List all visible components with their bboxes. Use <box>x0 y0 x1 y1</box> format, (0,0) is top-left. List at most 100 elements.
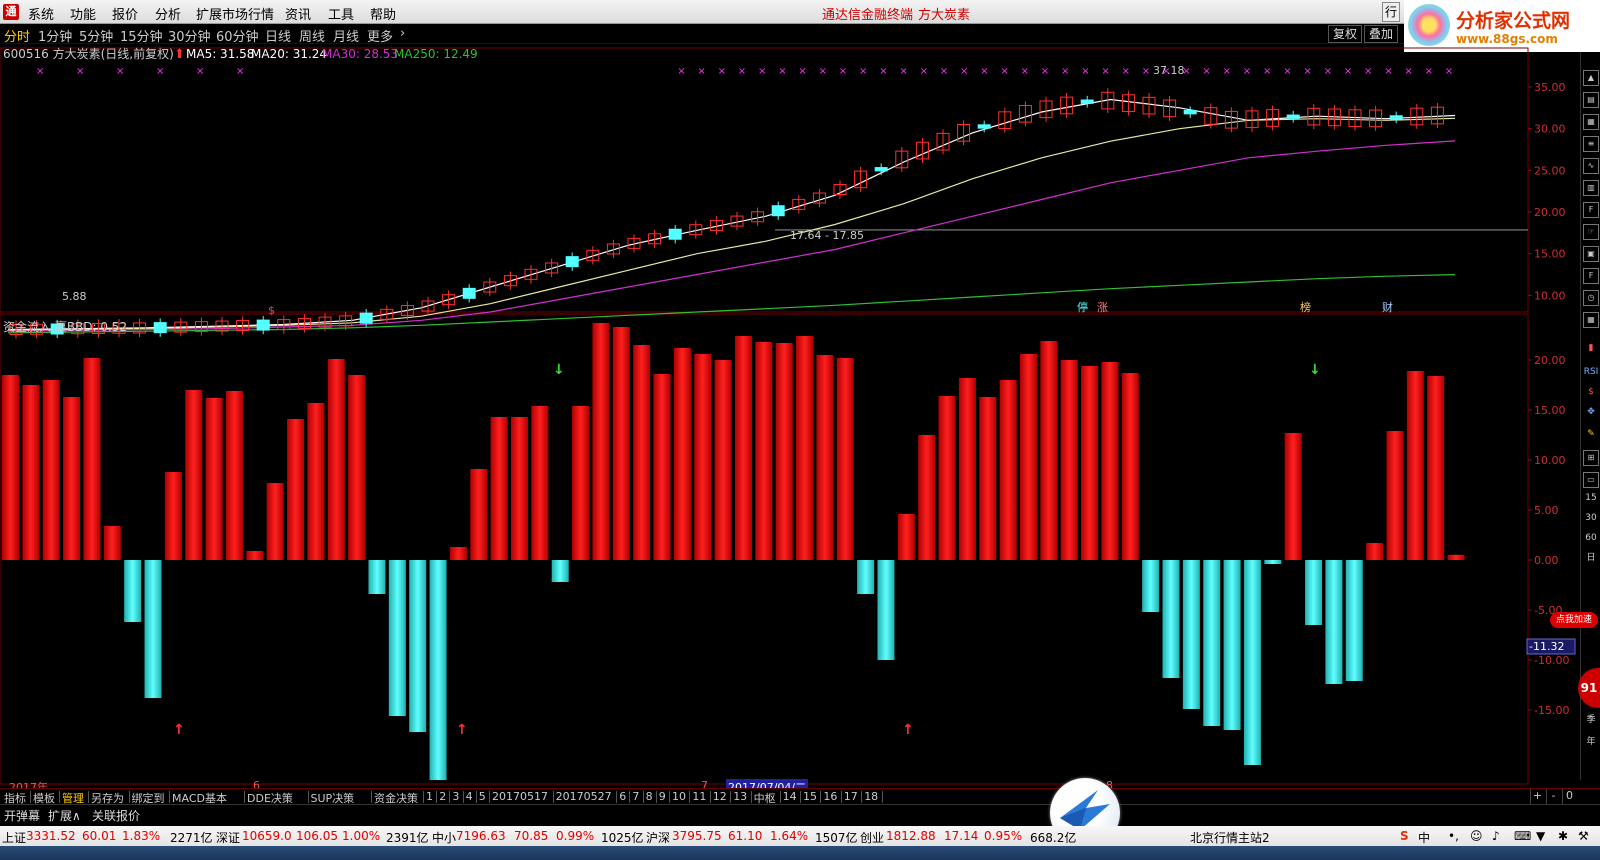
menu-analysis[interactable]: 分析 <box>155 4 181 23</box>
menu-extended-market[interactable]: 扩展市场行情 <box>196 4 274 23</box>
emoji-icon[interactable]: ☺ <box>1470 829 1483 843</box>
period-15-button[interactable]: 15 <box>1583 490 1599 506</box>
period-1min[interactable]: 1分钟 <box>38 26 72 45</box>
main-chart[interactable]: 35.00 30.00 25.00 20.00 15.00 10.00 20.00 15.0… <box>0 44 1600 788</box>
window-icon[interactable]: ▭ <box>1583 472 1599 488</box>
menu-tools[interactable]: 工具 <box>328 4 354 23</box>
move-icon[interactable]: ✥ <box>1583 404 1599 420</box>
chart-icon[interactable]: ▤ <box>1583 92 1599 108</box>
period-monthly[interactable]: 月线 <box>333 26 359 45</box>
nav-item-22[interactable]: 12 <box>713 790 727 803</box>
speed-button[interactable]: 点我加速 <box>1550 612 1598 628</box>
settings-icon[interactable]: ✱ <box>1558 829 1568 843</box>
flow-bar <box>979 397 997 560</box>
tab-related-quote[interactable]: 关联报价 <box>92 807 140 824</box>
period-weekly[interactable]: 周线 <box>299 26 325 45</box>
rsi-button[interactable]: RSI <box>1583 364 1599 380</box>
menu-news[interactable]: 资讯 <box>285 4 311 23</box>
menu-quote[interactable]: 报价 <box>112 4 138 23</box>
flow-bar <box>999 380 1017 560</box>
indicator-layer: ↑ ↑ ↑ ↓ ↓ <box>2 323 1465 780</box>
period-60min[interactable]: 60分钟 <box>216 26 259 45</box>
menu-function[interactable]: 功能 <box>70 4 96 23</box>
nav-item-25[interactable]: 14 <box>783 790 797 803</box>
shirt-icon[interactable]: ▼ <box>1536 829 1545 843</box>
f10-icon[interactable]: F <box>1583 202 1599 218</box>
nav-item-16[interactable]: 6 <box>619 790 626 803</box>
zoom-out-button[interactable]: - <box>1546 789 1560 804</box>
sz-percent: 1.00% <box>342 829 381 843</box>
period-30-button[interactable]: 30 <box>1583 510 1599 526</box>
clock-icon[interactable]: ◷ <box>1583 290 1599 306</box>
tab-danmaku[interactable]: 开弹幕 <box>4 807 40 824</box>
nav-item-26[interactable]: 15 <box>803 790 817 803</box>
fuquan-button[interactable]: 复权 <box>1328 25 1363 43</box>
list-icon[interactable]: ≡ <box>1583 136 1599 152</box>
flow-bar <box>897 514 915 560</box>
period-more[interactable]: 更多 <box>367 26 393 45</box>
tab-extend[interactable]: 扩展∧ <box>48 807 81 824</box>
nav-item-15[interactable]: 20170527 <box>556 790 612 803</box>
period-year-button[interactable]: 年 <box>1583 734 1599 750</box>
indicator-tick-label: -15.00 <box>1534 704 1569 717</box>
tools-icon[interactable]: ⚒ <box>1578 829 1589 843</box>
grid-icon[interactable]: ▦ <box>1583 114 1599 130</box>
period-daily[interactable]: 日线 <box>265 26 291 45</box>
sogou-icon[interactable]: S <box>1400 829 1409 843</box>
nav-item-21[interactable]: 11 <box>692 790 706 803</box>
flow-bar <box>633 345 651 560</box>
speed-promo[interactable]: 点我加速 <box>1546 612 1600 642</box>
menu-help[interactable]: 帮助 <box>370 4 396 23</box>
nav-item-20[interactable]: 10 <box>672 790 686 803</box>
dollar-icon[interactable]: $ <box>1583 384 1599 400</box>
calendar-icon[interactable]: ▣ <box>1583 246 1599 262</box>
flow-bar <box>388 560 406 716</box>
line-chart-icon[interactable]: ∿ <box>1583 158 1599 174</box>
hand-icon[interactable]: ☞ <box>1583 224 1599 240</box>
period-fenshi[interactable]: 分时 <box>4 26 30 45</box>
menu-system[interactable]: 系统 <box>28 4 54 23</box>
period-day-button[interactable]: 日 <box>1583 550 1599 566</box>
up-arrow-icon[interactable]: ▲ <box>1583 70 1599 86</box>
flow-bar <box>63 397 81 560</box>
pencil-icon[interactable]: ✎ <box>1583 426 1599 442</box>
taskbar <box>0 846 1600 860</box>
ime-mode[interactable]: 中 <box>1418 829 1430 846</box>
punctuation-icon[interactable]: •, <box>1448 829 1459 843</box>
nav-item-13[interactable]: 5 <box>479 790 486 803</box>
zoom-in-button[interactable]: + <box>1530 789 1544 804</box>
flow-bar <box>1223 560 1241 730</box>
period-15min[interactable]: 15分钟 <box>120 26 163 45</box>
period-season-button[interactable]: 季 <box>1583 712 1599 728</box>
table-icon[interactable]: ▥ <box>1583 180 1599 196</box>
period-30min[interactable]: 30分钟 <box>168 26 211 45</box>
table2-icon[interactable]: ▦ <box>1583 312 1599 328</box>
nav-item-9[interactable]: 1 <box>426 790 433 803</box>
nav-separator <box>128 791 130 803</box>
nav-item-14[interactable]: 20170517 <box>492 790 548 803</box>
nav-item-28[interactable]: 17 <box>844 790 858 803</box>
market-button[interactable]: 行 <box>1382 2 1400 22</box>
nav-item-27[interactable]: 16 <box>823 790 837 803</box>
server-label[interactable]: 北京行情主站2 <box>1190 829 1270 846</box>
zoom-reset-button[interactable]: 0 <box>1562 789 1576 804</box>
nav-item-17[interactable]: 7 <box>632 790 639 803</box>
f2-icon[interactable]: F <box>1583 268 1599 284</box>
nav-item-18[interactable]: 8 <box>646 790 653 803</box>
chevron-right-icon[interactable]: › <box>400 26 405 41</box>
period-icon[interactable]: ⊞ <box>1583 450 1599 466</box>
nav-item-29[interactable]: 18 <box>864 790 878 803</box>
period-60-button[interactable]: 60 <box>1583 530 1599 546</box>
nav-item-23[interactable]: 13 <box>733 790 747 803</box>
nav-item-11[interactable]: 3 <box>452 790 459 803</box>
x-marker-icon: × <box>758 66 766 77</box>
keyboard-icon[interactable]: ⌨ <box>1514 829 1531 843</box>
period-5min[interactable]: 5分钟 <box>79 26 113 45</box>
mic-icon[interactable]: ♪ <box>1492 829 1500 843</box>
x-marker-icon: × <box>1445 66 1453 77</box>
nav-item-19[interactable]: 9 <box>659 790 666 803</box>
nav-item-12[interactable]: 4 <box>466 790 473 803</box>
nav-item-10[interactable]: 2 <box>439 790 446 803</box>
bar-indicator-icon[interactable]: ▮ <box>1583 340 1599 356</box>
overlay-button[interactable]: 叠加 <box>1364 25 1399 43</box>
